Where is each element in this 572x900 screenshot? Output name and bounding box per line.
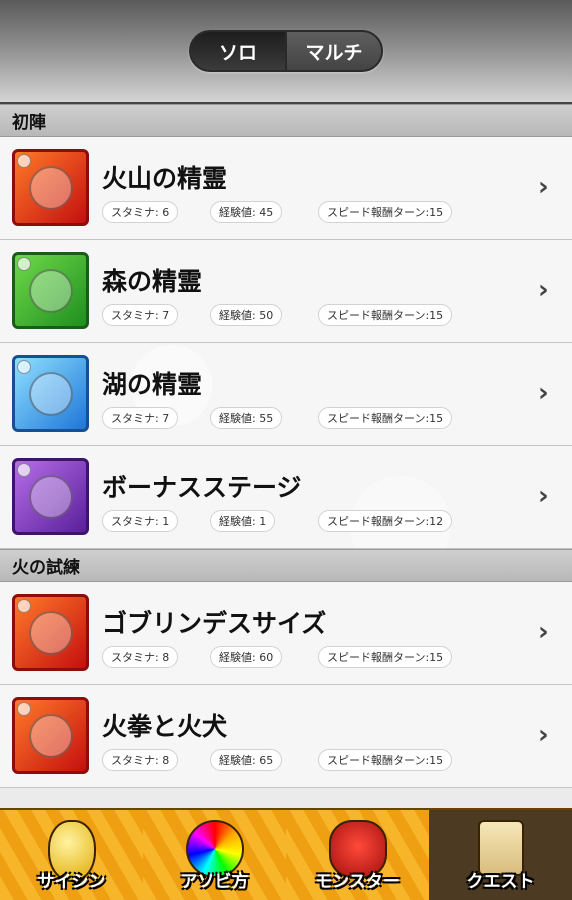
stamina-badge: スタミナ: 6 [102, 201, 179, 223]
speed-reward-badge: スピード報酬ターン:15 [318, 201, 453, 223]
monster-face [29, 611, 73, 655]
stamina-badge: スタミナ: 1 [102, 510, 179, 532]
tab-quest[interactable]: クエスト [429, 810, 572, 900]
chevron-right-icon: › [538, 720, 549, 750]
goblin-icon [12, 594, 89, 671]
tab-monster[interactable]: モンスター [286, 810, 429, 900]
monster-face [29, 372, 73, 416]
attribute-orb-icon [17, 154, 31, 168]
speed-reward-badge: スピード報酬ターン:15 [318, 646, 453, 668]
exp-badge: 経験値: 60 [210, 646, 283, 668]
tab-label: モンスター [315, 872, 400, 892]
tab-label: サイシン [37, 872, 106, 892]
quest-row[interactable]: ボーナスステージ スタミナ: 1 経験値: 1 スピード報酬ターン:12 › [0, 446, 572, 549]
bottom-tab-bar: サイシン アソビ方 モンスター クエスト [0, 808, 572, 900]
quest-row[interactable]: 森の精霊 スタミナ: 7 経験値: 50 スピード報酬ターン:15 › [0, 240, 572, 343]
speed-reward-badge: スピード報酬ターン:15 [318, 407, 453, 429]
bonus-stage-icon [12, 458, 89, 535]
exp-badge: 経験値: 65 [210, 749, 283, 771]
tab-label: クエスト [466, 872, 535, 892]
quest-name: 火拳と火犬 [102, 712, 228, 741]
quest-row[interactable]: 火拳と火犬 スタミナ: 8 経験値: 65 スピード報酬ターン:15 › [0, 685, 572, 788]
chevron-right-icon: › [538, 172, 549, 202]
quest-name: 火山の精霊 [102, 164, 228, 193]
attribute-orb-icon [17, 360, 31, 374]
mode-toggle: ソロ マルチ [189, 30, 383, 72]
stamina-badge: スタミナ: 8 [102, 749, 179, 771]
attribute-orb-icon [17, 463, 31, 477]
quest-row[interactable]: ゴブリンデスサイズ スタミナ: 8 経験値: 60 スピード報酬ターン:15 › [0, 582, 572, 685]
section-header: 火の試練 [0, 549, 572, 582]
solo-tab[interactable]: ソロ [191, 32, 285, 70]
tab-asobikata[interactable]: アソビ方 [143, 810, 286, 900]
monster-face [29, 475, 73, 519]
speed-reward-badge: スピード報酬ターン:12 [318, 510, 453, 532]
quest-name: 湖の精霊 [102, 370, 203, 399]
stamina-badge: スタミナ: 7 [102, 304, 179, 326]
quest-row[interactable]: 火山の精霊 スタミナ: 6 経験値: 45 スピード報酬ターン:15 › [0, 137, 572, 240]
monster-face [29, 269, 73, 313]
top-bar: ソロ マルチ [0, 0, 572, 104]
chevron-right-icon: › [538, 378, 549, 408]
monster-face [29, 714, 73, 758]
exp-badge: 経験値: 1 [210, 510, 276, 532]
speed-reward-badge: スピード報酬ターン:15 [318, 749, 453, 771]
exp-badge: 経験値: 45 [210, 201, 283, 223]
multi-tab[interactable]: マルチ [285, 32, 381, 70]
attribute-orb-icon [17, 702, 31, 716]
chevron-right-icon: › [538, 275, 549, 305]
exp-badge: 経験値: 50 [210, 304, 283, 326]
speed-reward-badge: スピード報酬ターン:15 [318, 304, 453, 326]
stamina-badge: スタミナ: 8 [102, 646, 179, 668]
quest-row[interactable]: 湖の精霊 スタミナ: 7 経験値: 55 スピード報酬ターン:15 › [0, 343, 572, 446]
monster-face [29, 166, 73, 210]
quest-name: 森の精霊 [102, 267, 203, 296]
chevron-right-icon: › [538, 481, 549, 511]
attribute-orb-icon [17, 599, 31, 613]
quest-name: ゴブリンデスサイズ [102, 609, 327, 638]
section-header: 初陣 [0, 104, 572, 137]
quest-name: ボーナスステージ [102, 473, 302, 502]
lake-spirit-icon [12, 355, 89, 432]
tab-label: アソビ方 [180, 872, 249, 892]
chevron-right-icon: › [538, 617, 549, 647]
fire-dog-icon [12, 697, 89, 774]
exp-badge: 経験値: 55 [210, 407, 283, 429]
stamina-badge: スタミナ: 7 [102, 407, 179, 429]
forest-spirit-icon [12, 252, 89, 329]
attribute-orb-icon [17, 257, 31, 271]
quest-list[interactable]: 初陣 火山の精霊 スタミナ: 6 経験値: 45 スピード報酬ターン:15 › … [0, 104, 572, 808]
tab-saishin[interactable]: サイシン [0, 810, 143, 900]
fire-spirit-icon [12, 149, 89, 226]
